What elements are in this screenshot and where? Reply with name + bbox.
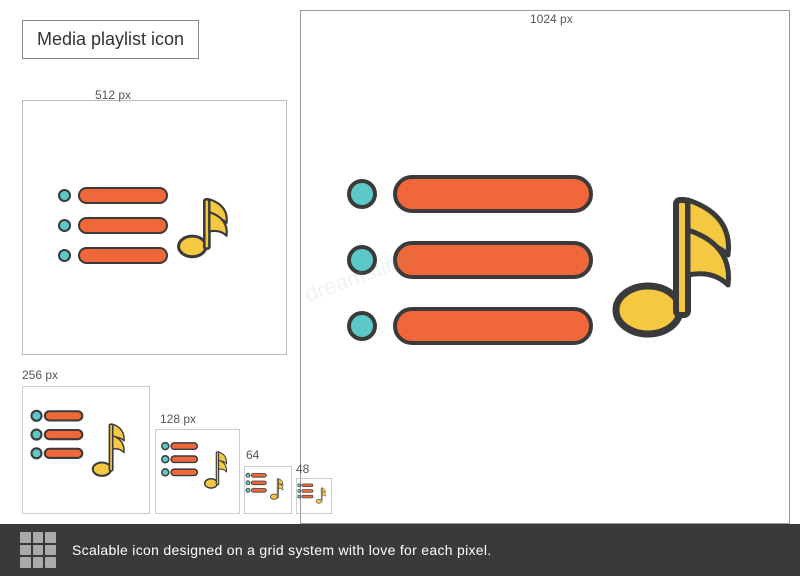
- playlist-row-sm-2: [58, 217, 168, 234]
- dim-label-512: 512 px: [95, 88, 131, 102]
- row-bar-3: [393, 307, 593, 345]
- preview-48: [296, 478, 332, 514]
- row-dot-sm-3: [58, 249, 71, 262]
- grid-icon: [20, 532, 56, 568]
- playlist-rows-large: [347, 175, 593, 345]
- grid-cell-9: [45, 557, 56, 568]
- playlist-row-2: [347, 241, 593, 279]
- icon-medium-512: [30, 115, 260, 335]
- icon-large: [310, 30, 780, 490]
- dim-label-48: 48: [296, 462, 309, 476]
- row-dot-2: [347, 245, 377, 275]
- row-bar-sm-1: [78, 187, 168, 204]
- grid-cell-1: [20, 532, 31, 543]
- grid-cell-4: [20, 545, 31, 556]
- grid-cell-8: [33, 557, 44, 568]
- playlist-row-sm-3: [58, 247, 168, 264]
- music-note-medium: [173, 190, 233, 260]
- row-dot-3: [347, 311, 377, 341]
- row-bar-sm-3: [78, 247, 168, 264]
- dim-label-64: 64: [246, 448, 259, 462]
- grid-cell-3: [45, 532, 56, 543]
- row-dot-1: [347, 179, 377, 209]
- dim-label-128: 128 px: [160, 412, 196, 426]
- bottom-bar-text: Scalable icon designed on a grid system …: [72, 542, 492, 558]
- playlist-row-1: [347, 175, 593, 213]
- grid-cell-5: [33, 545, 44, 556]
- grid-cell-7: [20, 557, 31, 568]
- playlist-row-sm-1: [58, 187, 168, 204]
- bottom-bar: Scalable icon designed on a grid system …: [0, 524, 800, 576]
- playlist-row-3: [347, 307, 593, 345]
- row-dot-sm-2: [58, 219, 71, 232]
- preview-128: [155, 429, 240, 514]
- row-dot-sm-1: [58, 189, 71, 202]
- dim-label-256: 256 px: [22, 368, 58, 382]
- row-bar-1: [393, 175, 593, 213]
- preview-64: [244, 466, 292, 514]
- row-bar-sm-2: [78, 217, 168, 234]
- playlist-rows-medium: [58, 187, 168, 264]
- page-title: Media playlist icon: [22, 20, 199, 59]
- preview-256: [22, 386, 150, 514]
- grid-cell-6: [45, 545, 56, 556]
- grid-cell-2: [33, 532, 44, 543]
- dim-label-1024: 1024 px: [530, 12, 573, 26]
- music-note-large: [603, 180, 743, 340]
- row-bar-2: [393, 241, 593, 279]
